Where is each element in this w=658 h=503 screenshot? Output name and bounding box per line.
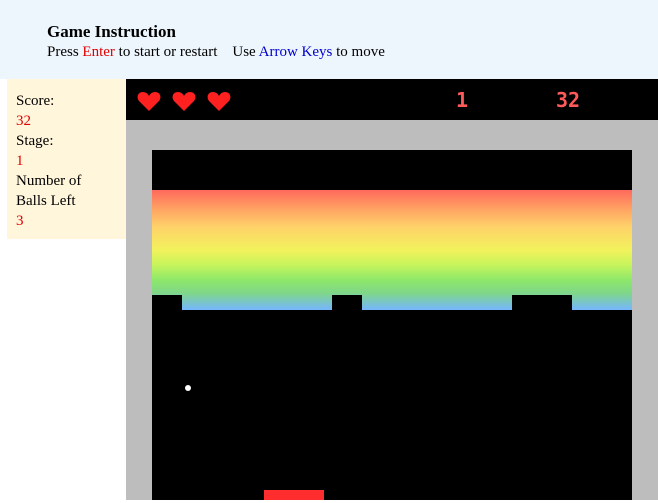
paddle[interactable] xyxy=(264,490,324,500)
stats-panel: Score: 32 Stage: 1 Number of Balls Left … xyxy=(7,79,126,239)
restart-text: to start or restart Use xyxy=(114,44,259,60)
brick-gap xyxy=(512,295,572,310)
play-field xyxy=(152,150,632,500)
arrow-keys-label: Arrow Keys xyxy=(258,44,333,60)
right-wall xyxy=(632,120,658,500)
move-text: to move xyxy=(332,44,385,60)
instructions-text: Press Enter to start or restart Use Arro… xyxy=(47,44,385,61)
brick-gap xyxy=(332,295,362,310)
game-canvas[interactable]: 1 32 xyxy=(126,79,658,500)
stage-label: Stage: xyxy=(16,133,54,149)
hud-stage-number: 1 xyxy=(456,88,469,112)
balls-left-label-line1: Number of xyxy=(16,173,82,189)
score-label: Score: xyxy=(16,93,55,109)
ball xyxy=(185,385,191,391)
heart-icon xyxy=(137,92,161,111)
heart-icon xyxy=(172,92,196,111)
balls-left-value[interactable]: 3 xyxy=(16,211,24,231)
left-wall xyxy=(126,120,152,500)
brick-gap xyxy=(152,295,182,310)
top-wall xyxy=(126,120,658,150)
balls-left-label-line2: Balls Left xyxy=(16,193,76,209)
score-value: 32 xyxy=(16,113,31,129)
heart-icon xyxy=(207,92,231,111)
game-hud: 1 32 xyxy=(126,79,658,120)
hud-score-number: 32 xyxy=(556,88,581,112)
instructions-header: Game Instruction Press Enter to start or… xyxy=(0,0,658,79)
press-text: Press xyxy=(47,44,83,60)
enter-key-label: Enter xyxy=(82,44,115,60)
brick-wall xyxy=(152,190,632,310)
stage-value: 1 xyxy=(16,153,24,169)
instructions-title: Game Instruction xyxy=(47,22,176,41)
